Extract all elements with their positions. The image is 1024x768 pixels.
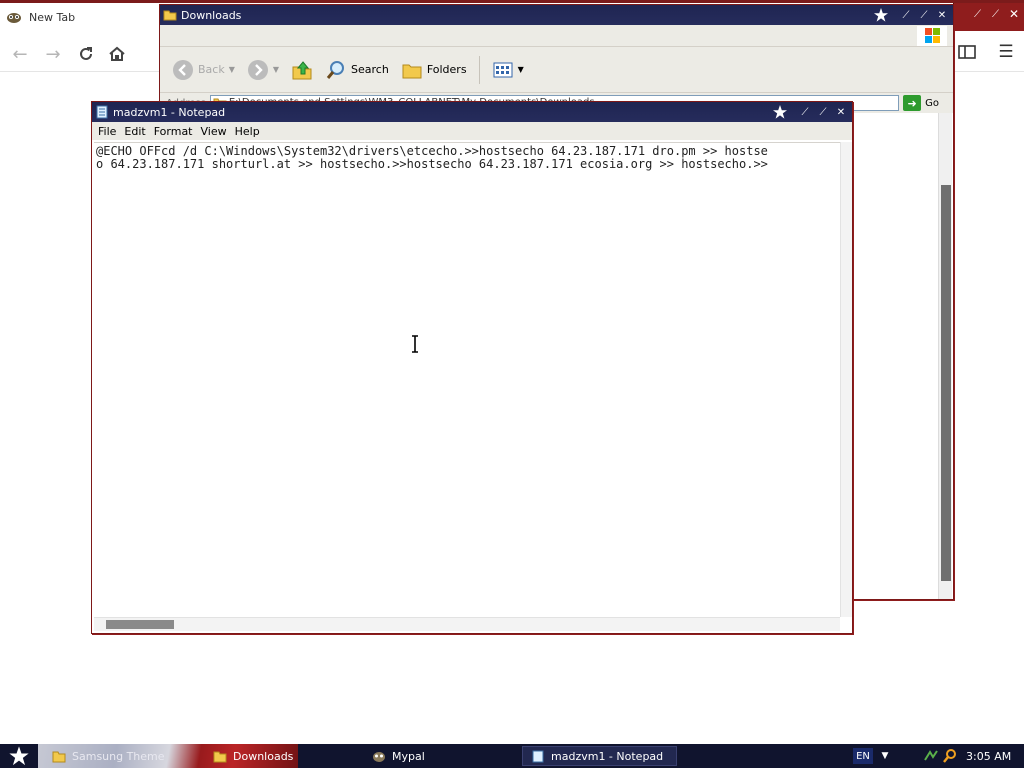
notepad-text-area[interactable]: @ECHO OFFcd /d C:\Windows\System32\drive…	[94, 142, 840, 617]
mypal-icon	[7, 13, 21, 23]
go-arrow-icon: ➜	[903, 95, 922, 111]
explorer-close-icon[interactable]: ✕	[935, 8, 949, 22]
notepad-horizontal-scrollbar[interactable]	[94, 617, 840, 631]
taskbar-clock: 3:05 AM	[966, 749, 1012, 763]
taskbar-item-label: Mypal	[392, 749, 425, 763]
taskbar-item-downloads[interactable]: Downloads	[205, 746, 355, 766]
up-folder-icon	[292, 60, 312, 79]
explorer-vertical-scrollbar[interactable]	[938, 113, 952, 599]
browser-reload-icon[interactable]	[72, 40, 100, 68]
start-star-icon	[9, 746, 29, 766]
menu-format[interactable]: Format	[152, 125, 199, 138]
mypal-icon	[373, 751, 385, 762]
explorer-title: Downloads	[181, 8, 242, 22]
back-dropdown-icon[interactable]: ▼	[229, 65, 235, 74]
taskbar-item-label: madzvm1 - Notepad	[551, 749, 664, 763]
browser-titlebar-controls: ⟋ ⟋ ✕	[953, 3, 1024, 31]
notepad-close-icon[interactable]: ✕	[834, 105, 848, 119]
search-icon	[326, 60, 345, 79]
taskbar-item-label: Samsung Theme	[72, 749, 165, 763]
browser-menu-icon[interactable]: ☰	[994, 40, 1018, 64]
browser-home-icon[interactable]	[103, 40, 131, 68]
notepad-icon	[532, 750, 544, 762]
taskbar-item-mypal[interactable]: Mypal	[364, 746, 514, 766]
views-button[interactable]: ▼	[488, 55, 528, 85]
explorer-menubar	[160, 25, 953, 47]
search-label: Search	[351, 63, 389, 76]
folders-label: Folders	[426, 63, 467, 76]
folders-button[interactable]: Folders	[397, 55, 471, 85]
notepad-minimize-icon[interactable]: ⟋	[798, 105, 812, 119]
folders-icon	[402, 64, 422, 78]
notepad-title: madzvm1 - Notepad	[113, 105, 226, 119]
explorer-scroll-thumb[interactable]	[941, 185, 951, 581]
back-arrow-icon	[173, 59, 193, 80]
back-button[interactable]: Back ▼	[168, 55, 239, 85]
star-icon[interactable]	[873, 7, 889, 23]
text-cursor-icon	[412, 335, 418, 353]
folder-icon	[163, 10, 177, 21]
menu-file[interactable]: File	[96, 125, 122, 138]
star-icon[interactable]	[772, 104, 788, 120]
toolbar-separator	[478, 55, 480, 84]
windows-logo-icon	[917, 26, 947, 46]
notepad-text-line: o 64.23.187.171 shorturl.at >> hostsecho…	[96, 157, 768, 171]
notepad-vertical-scrollbar[interactable]	[840, 142, 852, 617]
go-button[interactable]: ➜ Go	[903, 95, 953, 111]
menu-view[interactable]: View	[199, 125, 233, 138]
notepad-icon	[96, 105, 108, 119]
explorer-titlebar[interactable]: Downloads ⟋ ⟋ ✕	[160, 5, 953, 25]
taskbar-item-notepad[interactable]: madzvm1 - Notepad	[522, 746, 677, 766]
search-tray-icon[interactable]	[942, 748, 958, 764]
taskbar-item-label: Downloads	[233, 749, 294, 763]
views-icon	[493, 62, 513, 77]
notepad-maximize-icon[interactable]: ⟋	[816, 105, 830, 119]
taskbar-item-samsung-theme[interactable]: Samsung Theme	[44, 746, 194, 766]
up-folder-button[interactable]	[287, 55, 317, 85]
views-dropdown-icon: ▼	[517, 65, 524, 74]
explorer-toolbar: Back ▼ ▼ Search Folders ▼	[160, 47, 953, 93]
go-label: Go	[925, 97, 939, 109]
notepad-window: madzvm1 - Notepad ⟋ ⟋ ✕ File Edit Format…	[91, 101, 853, 634]
notepad-hscroll-thumb[interactable]	[106, 620, 174, 629]
forward-button[interactable]: ▼	[243, 55, 283, 85]
explorer-maximize-icon[interactable]: ⟋	[917, 8, 931, 22]
browser-back-icon[interactable]: ←	[6, 40, 34, 68]
browser-close-icon[interactable]: ✕	[1009, 7, 1019, 21]
folder-icon	[213, 751, 227, 762]
menu-help[interactable]: Help	[233, 125, 266, 138]
explorer-minimize-icon[interactable]: ⟋	[899, 8, 913, 22]
forward-arrow-icon	[247, 59, 268, 80]
browser-maximize-icon[interactable]: ⟋	[992, 9, 999, 20]
search-button[interactable]: Search	[321, 55, 393, 85]
network-tray-icon[interactable]	[923, 748, 939, 764]
browser-tab-new-tab[interactable]: New Tab	[6, 6, 75, 28]
start-button[interactable]	[0, 744, 38, 768]
notepad-menubar: File Edit Format View Help	[92, 122, 852, 140]
browser-sidebar-icon[interactable]	[955, 40, 979, 64]
browser-minimize-icon[interactable]: ⟋	[974, 9, 981, 20]
language-indicator[interactable]: EN	[853, 748, 873, 764]
menu-edit[interactable]: Edit	[122, 125, 151, 138]
back-label: Back	[198, 63, 225, 76]
forward-dropdown-icon[interactable]: ▼	[273, 65, 279, 74]
browser-tab-label: New Tab	[29, 10, 76, 24]
folder-icon	[52, 751, 66, 762]
browser-forward-icon[interactable]: →	[39, 40, 67, 68]
notepad-titlebar[interactable]: madzvm1 - Notepad ⟋ ⟋ ✕	[92, 102, 852, 122]
language-dropdown-icon[interactable]: ▼	[878, 749, 892, 763]
